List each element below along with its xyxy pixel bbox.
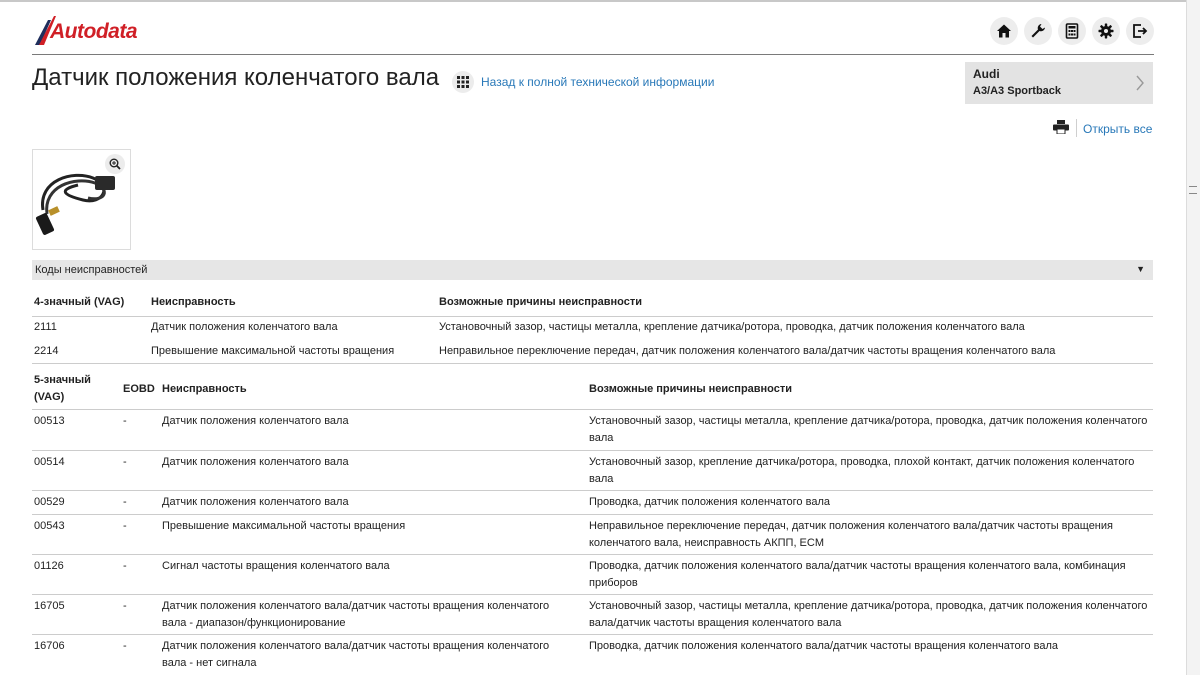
row-divider	[32, 634, 1153, 635]
app-header: Autodata	[32, 8, 1154, 55]
logo-text: Autodata	[50, 20, 138, 43]
fault-code: 16706	[34, 640, 65, 652]
vehicle-make: Audi	[973, 67, 1000, 81]
gear-icon[interactable]	[1092, 17, 1120, 45]
vertical-scrollbar[interactable]	[1186, 0, 1200, 675]
vehicle-selector[interactable]: Audi A3/A3 Sportback	[965, 62, 1153, 104]
column-header: EOBD	[123, 383, 155, 395]
row-divider	[32, 409, 1153, 410]
zoom-in-icon[interactable]	[105, 154, 125, 174]
fault-description: Датчик положения коленчатого вала	[162, 456, 349, 468]
fault-description: Датчик положения коленчатого вала	[162, 496, 349, 508]
row-divider	[32, 490, 1153, 491]
window-top-border	[0, 0, 1200, 2]
eobd-code: -	[123, 456, 127, 468]
row-divider	[32, 514, 1153, 515]
possible-causes: Неправильное переключение передач, датчи…	[589, 520, 1113, 549]
open-all-link[interactable]: Открыть все	[1083, 122, 1152, 136]
fault-code: 00513	[34, 415, 65, 427]
possible-causes: Проводка, датчик положения коленчатого в…	[589, 496, 830, 508]
fault-description: Превышение максимальной частоты вращения	[151, 345, 395, 357]
fault-description: Сигнал частоты вращения коленчатого вала	[162, 560, 390, 572]
fault-code: 00543	[34, 520, 65, 532]
fault-code: 2111	[34, 321, 57, 333]
possible-causes: Проводка, датчик положения коленчатого в…	[589, 640, 1058, 652]
print-icon[interactable]	[1053, 120, 1069, 139]
column-header: Неисправность	[151, 296, 236, 308]
possible-causes: Установочный зазор, крепление датчика/ро…	[589, 456, 1135, 485]
row-divider	[32, 450, 1153, 451]
fault-code: 01126	[34, 560, 64, 572]
fault-code: 16705	[34, 600, 65, 612]
chevron-right-icon	[1136, 75, 1144, 91]
grid-menu-icon[interactable]	[452, 71, 474, 93]
logout-icon[interactable]	[1126, 17, 1154, 45]
fault-description: Датчик положения коленчатого вала/датчик…	[162, 640, 550, 669]
eobd-code: -	[123, 640, 127, 652]
wrench-icon[interactable]	[1024, 17, 1052, 45]
fault-codes-section-header[interactable]: Коды неисправностей ▼	[32, 260, 1153, 280]
fault-code: 00529	[34, 496, 65, 508]
fault-description: Датчик положения коленчатого вала	[162, 415, 349, 427]
column-header: 4-значный (VAG)	[34, 296, 125, 308]
divider	[1076, 119, 1077, 137]
eobd-code: -	[123, 415, 127, 427]
row-divider	[32, 594, 1153, 595]
back-to-technical-info-link[interactable]: Назад к полной технической информации	[481, 75, 714, 89]
vehicle-model: A3/A3 Sportback	[973, 85, 1062, 97]
autodata-logo[interactable]: Autodata	[32, 14, 152, 46]
section-label: Коды неисправностей	[35, 264, 148, 276]
column-header: 5-значный (VAG)	[34, 374, 91, 403]
fault-description: Датчик положения коленчатого вала	[151, 321, 338, 333]
fault-description: Превышение максимальной частоты вращения	[162, 520, 406, 532]
caret-down-icon: ▼	[1136, 264, 1145, 274]
possible-causes: Установочный зазор, частицы металла, кре…	[439, 321, 1025, 333]
toolbar	[990, 17, 1154, 45]
calculator-icon[interactable]	[1058, 17, 1086, 45]
possible-causes: Проводка, датчик положения коленчатого в…	[589, 560, 1126, 589]
possible-causes: Неправильное переключение передач, датчи…	[439, 345, 1056, 357]
row-divider	[32, 316, 1153, 317]
possible-causes: Установочный зазор, частицы металла, кре…	[589, 600, 1148, 629]
fault-description: Датчик положения коленчатого вала/датчик…	[162, 600, 550, 629]
column-header: Неисправность	[162, 383, 247, 395]
eobd-code: -	[123, 560, 127, 572]
scrollbar-thumb[interactable]	[1189, 186, 1197, 194]
eobd-code: -	[123, 520, 127, 532]
row-divider	[32, 554, 1153, 555]
page-title: Датчик положения коленчатого вала	[32, 64, 440, 91]
fault-code: 00514	[34, 456, 65, 468]
eobd-code: -	[123, 600, 127, 612]
possible-causes: Установочный зазор, частицы металла, кре…	[589, 415, 1148, 444]
home-icon[interactable]	[990, 17, 1018, 45]
row-divider	[32, 363, 1153, 364]
eobd-code: -	[123, 496, 127, 508]
fault-code: 2214	[34, 345, 59, 357]
sensor-thumbnail[interactable]	[32, 149, 131, 250]
column-header: Возможные причины неисправности	[439, 296, 643, 308]
column-header: Возможные причины неисправности	[589, 383, 793, 395]
